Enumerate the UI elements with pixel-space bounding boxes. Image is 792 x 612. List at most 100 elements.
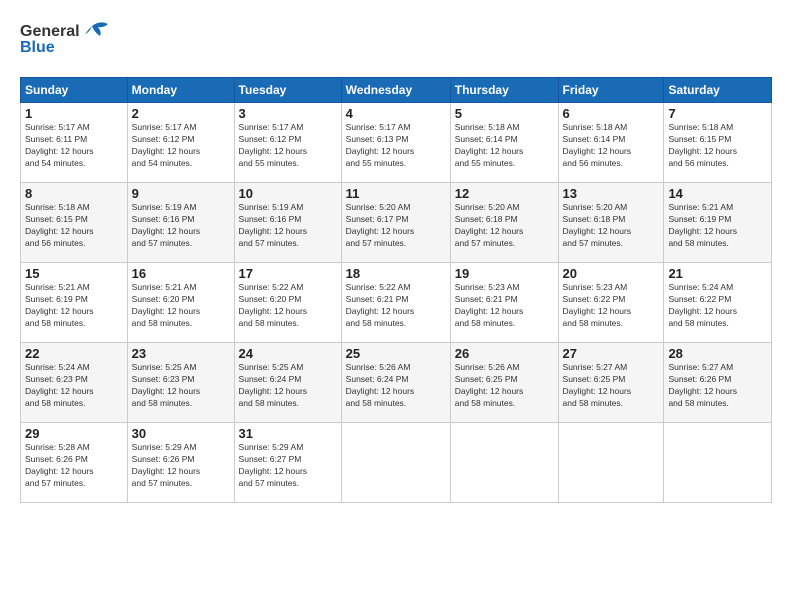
calendar-week-4: 22Sunrise: 5:24 AM Sunset: 6:23 PM Dayli… xyxy=(21,343,772,423)
day-info: Sunrise: 5:27 AM Sunset: 6:26 PM Dayligh… xyxy=(668,362,767,410)
day-number: 23 xyxy=(132,346,230,361)
svg-text:General: General xyxy=(20,23,80,40)
day-info: Sunrise: 5:21 AM Sunset: 6:19 PM Dayligh… xyxy=(25,282,123,330)
calendar-cell xyxy=(341,423,450,503)
calendar-cell: 5Sunrise: 5:18 AM Sunset: 6:14 PM Daylig… xyxy=(450,103,558,183)
calendar-cell: 6Sunrise: 5:18 AM Sunset: 6:14 PM Daylig… xyxy=(558,103,664,183)
calendar-cell: 19Sunrise: 5:23 AM Sunset: 6:21 PM Dayli… xyxy=(450,263,558,343)
calendar-week-2: 8Sunrise: 5:18 AM Sunset: 6:15 PM Daylig… xyxy=(21,183,772,263)
day-number: 29 xyxy=(25,426,123,441)
header: General Blue xyxy=(20,18,772,67)
calendar-cell xyxy=(664,423,772,503)
day-info: Sunrise: 5:27 AM Sunset: 6:25 PM Dayligh… xyxy=(563,362,660,410)
day-info: Sunrise: 5:21 AM Sunset: 6:19 PM Dayligh… xyxy=(668,202,767,250)
day-info: Sunrise: 5:25 AM Sunset: 6:23 PM Dayligh… xyxy=(132,362,230,410)
day-number: 7 xyxy=(668,106,767,121)
day-info: Sunrise: 5:18 AM Sunset: 6:14 PM Dayligh… xyxy=(455,122,554,170)
col-sunday: Sunday xyxy=(21,78,128,103)
day-number: 16 xyxy=(132,266,230,281)
calendar-week-1: 1Sunrise: 5:17 AM Sunset: 6:11 PM Daylig… xyxy=(21,103,772,183)
calendar-cell: 17Sunrise: 5:22 AM Sunset: 6:20 PM Dayli… xyxy=(234,263,341,343)
col-monday: Monday xyxy=(127,78,234,103)
calendar-cell: 26Sunrise: 5:26 AM Sunset: 6:25 PM Dayli… xyxy=(450,343,558,423)
day-number: 12 xyxy=(455,186,554,201)
day-number: 27 xyxy=(563,346,660,361)
calendar-cell: 9Sunrise: 5:19 AM Sunset: 6:16 PM Daylig… xyxy=(127,183,234,263)
day-info: Sunrise: 5:19 AM Sunset: 6:16 PM Dayligh… xyxy=(239,202,337,250)
calendar-cell: 1Sunrise: 5:17 AM Sunset: 6:11 PM Daylig… xyxy=(21,103,128,183)
calendar-cell: 22Sunrise: 5:24 AM Sunset: 6:23 PM Dayli… xyxy=(21,343,128,423)
day-info: Sunrise: 5:17 AM Sunset: 6:11 PM Dayligh… xyxy=(25,122,123,170)
calendar-cell: 29Sunrise: 5:28 AM Sunset: 6:26 PM Dayli… xyxy=(21,423,128,503)
day-info: Sunrise: 5:17 AM Sunset: 6:12 PM Dayligh… xyxy=(239,122,337,170)
calendar-cell: 11Sunrise: 5:20 AM Sunset: 6:17 PM Dayli… xyxy=(341,183,450,263)
calendar-cell: 27Sunrise: 5:27 AM Sunset: 6:25 PM Dayli… xyxy=(558,343,664,423)
day-number: 28 xyxy=(668,346,767,361)
calendar-week-3: 15Sunrise: 5:21 AM Sunset: 6:19 PM Dayli… xyxy=(21,263,772,343)
day-number: 1 xyxy=(25,106,123,121)
day-info: Sunrise: 5:17 AM Sunset: 6:12 PM Dayligh… xyxy=(132,122,230,170)
calendar-cell: 16Sunrise: 5:21 AM Sunset: 6:20 PM Dayli… xyxy=(127,263,234,343)
day-number: 3 xyxy=(239,106,337,121)
calendar-body: 1Sunrise: 5:17 AM Sunset: 6:11 PM Daylig… xyxy=(21,103,772,503)
day-number: 10 xyxy=(239,186,337,201)
day-info: Sunrise: 5:26 AM Sunset: 6:24 PM Dayligh… xyxy=(346,362,446,410)
col-wednesday: Wednesday xyxy=(341,78,450,103)
calendar-cell: 18Sunrise: 5:22 AM Sunset: 6:21 PM Dayli… xyxy=(341,263,450,343)
day-number: 22 xyxy=(25,346,123,361)
calendar-cell: 12Sunrise: 5:20 AM Sunset: 6:18 PM Dayli… xyxy=(450,183,558,263)
logo-svg: General Blue xyxy=(20,18,110,62)
calendar-week-5: 29Sunrise: 5:28 AM Sunset: 6:26 PM Dayli… xyxy=(21,423,772,503)
day-info: Sunrise: 5:23 AM Sunset: 6:21 PM Dayligh… xyxy=(455,282,554,330)
calendar-cell: 15Sunrise: 5:21 AM Sunset: 6:19 PM Dayli… xyxy=(21,263,128,343)
calendar-cell: 10Sunrise: 5:19 AM Sunset: 6:16 PM Dayli… xyxy=(234,183,341,263)
calendar-cell: 30Sunrise: 5:29 AM Sunset: 6:26 PM Dayli… xyxy=(127,423,234,503)
day-number: 19 xyxy=(455,266,554,281)
day-number: 20 xyxy=(563,266,660,281)
day-info: Sunrise: 5:20 AM Sunset: 6:18 PM Dayligh… xyxy=(455,202,554,250)
day-info: Sunrise: 5:24 AM Sunset: 6:23 PM Dayligh… xyxy=(25,362,123,410)
col-friday: Friday xyxy=(558,78,664,103)
calendar-cell: 24Sunrise: 5:25 AM Sunset: 6:24 PM Dayli… xyxy=(234,343,341,423)
calendar-cell: 31Sunrise: 5:29 AM Sunset: 6:27 PM Dayli… xyxy=(234,423,341,503)
day-info: Sunrise: 5:20 AM Sunset: 6:18 PM Dayligh… xyxy=(563,202,660,250)
calendar-header: Sunday Monday Tuesday Wednesday Thursday… xyxy=(21,78,772,103)
calendar-cell: 7Sunrise: 5:18 AM Sunset: 6:15 PM Daylig… xyxy=(664,103,772,183)
col-thursday: Thursday xyxy=(450,78,558,103)
day-info: Sunrise: 5:18 AM Sunset: 6:15 PM Dayligh… xyxy=(25,202,123,250)
calendar-cell: 13Sunrise: 5:20 AM Sunset: 6:18 PM Dayli… xyxy=(558,183,664,263)
day-info: Sunrise: 5:26 AM Sunset: 6:25 PM Dayligh… xyxy=(455,362,554,410)
day-info: Sunrise: 5:22 AM Sunset: 6:20 PM Dayligh… xyxy=(239,282,337,330)
col-tuesday: Tuesday xyxy=(234,78,341,103)
day-number: 25 xyxy=(346,346,446,361)
header-row: Sunday Monday Tuesday Wednesday Thursday… xyxy=(21,78,772,103)
day-number: 6 xyxy=(563,106,660,121)
col-saturday: Saturday xyxy=(664,78,772,103)
day-info: Sunrise: 5:28 AM Sunset: 6:26 PM Dayligh… xyxy=(25,442,123,490)
day-number: 11 xyxy=(346,186,446,201)
day-number: 15 xyxy=(25,266,123,281)
day-number: 21 xyxy=(668,266,767,281)
day-number: 9 xyxy=(132,186,230,201)
day-number: 8 xyxy=(25,186,123,201)
day-info: Sunrise: 5:20 AM Sunset: 6:17 PM Dayligh… xyxy=(346,202,446,250)
calendar-table: Sunday Monday Tuesday Wednesday Thursday… xyxy=(20,77,772,503)
day-info: Sunrise: 5:22 AM Sunset: 6:21 PM Dayligh… xyxy=(346,282,446,330)
calendar-cell: 8Sunrise: 5:18 AM Sunset: 6:15 PM Daylig… xyxy=(21,183,128,263)
calendar-cell: 25Sunrise: 5:26 AM Sunset: 6:24 PM Dayli… xyxy=(341,343,450,423)
day-info: Sunrise: 5:18 AM Sunset: 6:15 PM Dayligh… xyxy=(668,122,767,170)
day-number: 5 xyxy=(455,106,554,121)
calendar-cell: 4Sunrise: 5:17 AM Sunset: 6:13 PM Daylig… xyxy=(341,103,450,183)
day-number: 24 xyxy=(239,346,337,361)
day-number: 18 xyxy=(346,266,446,281)
day-info: Sunrise: 5:21 AM Sunset: 6:20 PM Dayligh… xyxy=(132,282,230,330)
day-info: Sunrise: 5:19 AM Sunset: 6:16 PM Dayligh… xyxy=(132,202,230,250)
day-number: 26 xyxy=(455,346,554,361)
day-number: 13 xyxy=(563,186,660,201)
day-info: Sunrise: 5:29 AM Sunset: 6:26 PM Dayligh… xyxy=(132,442,230,490)
calendar-cell: 14Sunrise: 5:21 AM Sunset: 6:19 PM Dayli… xyxy=(664,183,772,263)
calendar-cell: 23Sunrise: 5:25 AM Sunset: 6:23 PM Dayli… xyxy=(127,343,234,423)
svg-text:Blue: Blue xyxy=(20,39,55,56)
day-number: 30 xyxy=(132,426,230,441)
day-number: 2 xyxy=(132,106,230,121)
